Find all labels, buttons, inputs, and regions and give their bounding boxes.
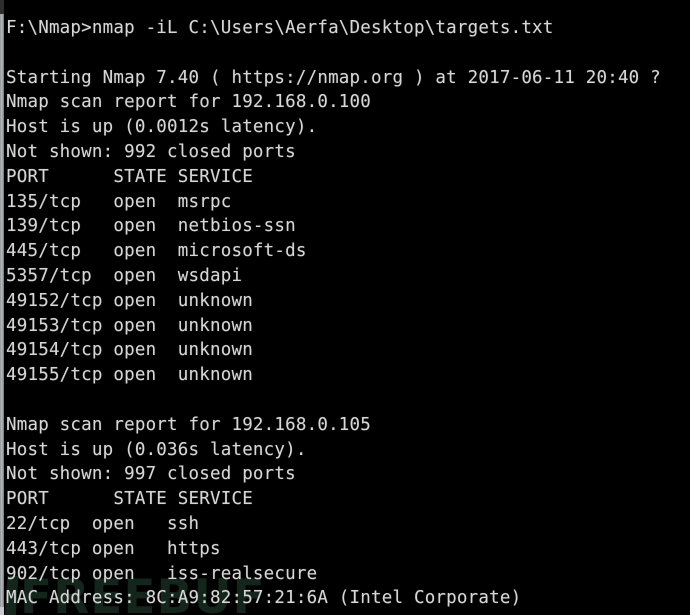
console-line: Nmap scan report for 192.168.0.105	[6, 414, 372, 435]
console-line: Starting Nmap 7.40 ( https://nmap.org ) …	[6, 67, 661, 88]
console-line: PORT STATE SERVICE	[6, 166, 253, 187]
console-line: 135/tcp open msrpc	[6, 191, 232, 212]
terminal-window[interactable]: FREEBUF F:\Nmap>nmap -iL C:\Users\Aerfa\…	[0, 0, 690, 615]
console-line: Not shown: 992 closed ports	[6, 141, 296, 162]
console-line: MAC Address: 8C:A9:82:57:21:6A (Intel Co…	[6, 588, 522, 609]
console-line: Not shown: 997 closed ports	[6, 464, 296, 485]
console-line: 902/tcp open iss-realsecure	[6, 563, 318, 584]
console-line: Host is up (0.0012s latency).	[6, 117, 318, 138]
console-output: F:\Nmap>nmap -iL C:\Users\Aerfa\Desktop\…	[0, 0, 672, 615]
console-line: 139/tcp open netbios-ssn	[6, 216, 296, 237]
console-line: Host is up (0.036s latency).	[6, 439, 307, 460]
console-line: 445/tcp open microsoft-ds	[6, 241, 307, 262]
console-line: Nmap scan report for 192.168.0.100	[6, 92, 372, 113]
console-line: 5357/tcp open wsdapi	[6, 265, 243, 286]
console-line: 22/tcp open ssh	[6, 513, 200, 534]
console-line: 49153/tcp open unknown	[6, 315, 253, 336]
console-line: F:\Nmap>nmap -iL C:\Users\Aerfa\Desktop\…	[6, 18, 554, 38]
window-border-bottom-cap	[0, 607, 4, 615]
console-line: 49155/tcp open unknown	[6, 365, 253, 386]
console-line: 49154/tcp open unknown	[6, 340, 253, 361]
window-left-border	[0, 0, 4, 615]
console-line: 443/tcp open https	[6, 538, 221, 559]
window-border-top-cap	[0, 0, 4, 14]
console-line: 49152/tcp open unknown	[6, 290, 253, 311]
console-line: PORT STATE SERVICE	[6, 489, 253, 510]
